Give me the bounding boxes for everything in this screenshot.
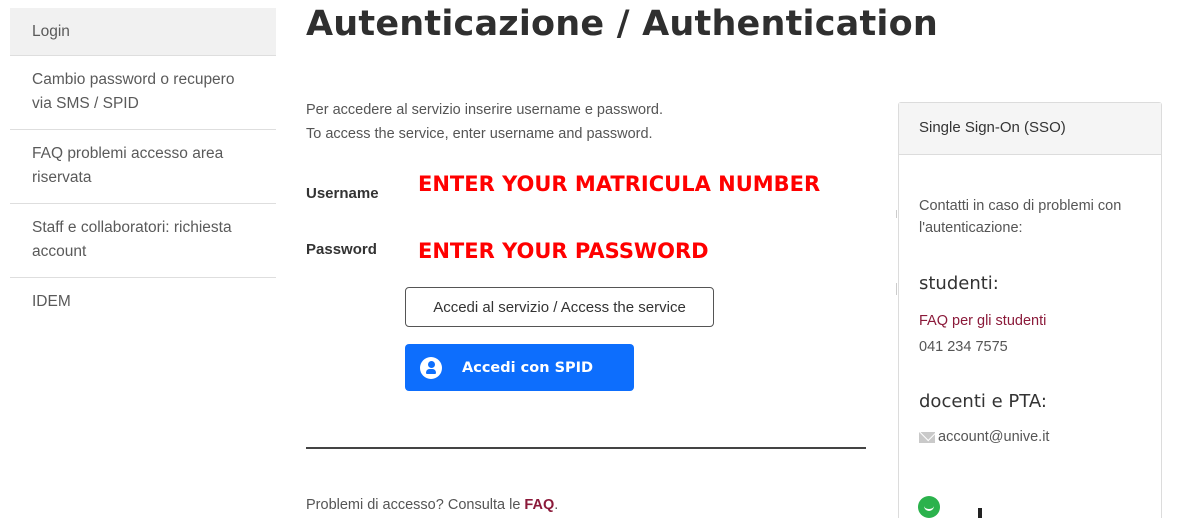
panel-tick-mark xyxy=(896,210,897,218)
sidebar-item-staff-account[interactable]: Staff e collaboratori: richiesta account xyxy=(10,204,276,278)
access-service-button[interactable]: Accedi al servizio / Access the service xyxy=(405,287,714,327)
username-annotation[interactable]: ENTER YOUR MATRICULA NUMBER xyxy=(418,172,820,196)
page-title: Autenticazione / Authentication xyxy=(306,4,938,44)
username-label: Username xyxy=(306,185,379,202)
envelope-icon xyxy=(919,431,935,443)
contact-text: Contatti in caso di problemi con l'auten… xyxy=(919,198,1122,236)
problems-text: Problemi di accesso? Consulta le xyxy=(306,497,525,513)
faq-link[interactable]: FAQ xyxy=(524,497,554,513)
intro-text: Per accedere al servizio inserire userna… xyxy=(306,98,663,146)
problems-line: Problemi di accesso? Consulta le FAQ. xyxy=(306,497,558,513)
smiley-chat-icon[interactable] xyxy=(918,496,940,518)
intro-italian: Per accedere al servizio inserire userna… xyxy=(306,102,664,118)
password-label: Password xyxy=(306,241,377,258)
sidebar-item-faq[interactable]: FAQ problemi accesso area riservata xyxy=(10,130,276,204)
spid-button-label: Accedi con SPID xyxy=(462,359,594,376)
students-heading: studenti: xyxy=(919,273,999,294)
password-annotation[interactable]: ENTER YOUR PASSWORD xyxy=(418,239,709,263)
problems-end: . xyxy=(554,497,559,513)
access-service-label: Accedi al servizio / Access the service xyxy=(433,298,686,316)
partial-glyph xyxy=(978,508,982,518)
panel-tick-mark xyxy=(896,283,897,295)
staff-email: account@unive.it xyxy=(938,429,1050,445)
sidebar: Login Cambio password o recupero via SMS… xyxy=(10,8,276,327)
intro-english: To access the service, enter username an… xyxy=(306,126,653,142)
spid-login-button[interactable]: Accedi con SPID xyxy=(405,344,634,391)
staff-heading: docenti e PTA: xyxy=(919,391,1047,412)
user-circle-icon xyxy=(420,356,442,379)
sidebar-item-idem[interactable]: IDEM xyxy=(10,278,276,327)
sidebar-item-login[interactable]: Login xyxy=(10,8,276,56)
students-faq-link[interactable]: FAQ per gli studenti xyxy=(919,313,1046,329)
staff-email-link[interactable]: account@unive.it xyxy=(919,429,1049,445)
sso-panel: Single Sign-On (SSO) Contatti in caso di… xyxy=(898,102,1162,518)
sidebar-item-password-change[interactable]: Cambio password o recupero via SMS / SPI… xyxy=(10,56,276,130)
students-phone: 041 234 7575 xyxy=(919,339,1008,355)
divider xyxy=(306,447,866,449)
sso-panel-header: Single Sign-On (SSO) xyxy=(899,103,1161,155)
